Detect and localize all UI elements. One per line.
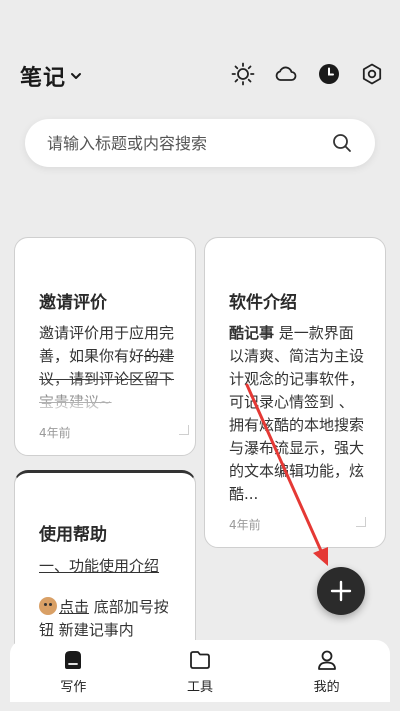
note-time: 4年前 <box>39 426 71 440</box>
note-card[interactable]: 软件介绍 酷记事 是一款界面以清爽、简洁为主设计观念的记事软件，可记录心情签到 … <box>204 237 386 548</box>
note-preview: 点击 底部加号按钮 新建记事内 <box>39 596 175 644</box>
nav-item-write[interactable]: 写作 <box>33 647 113 695</box>
note-title: 邀请评价 <box>39 293 107 313</box>
note-subtitle-text: 一、功能使用介绍 <box>39 557 160 575</box>
nav-label: 写作 <box>60 680 87 695</box>
settings-icon[interactable] <box>360 62 384 86</box>
write-icon <box>60 647 86 673</box>
clock-icon[interactable] <box>317 62 341 86</box>
note-title: 软件介绍 <box>229 293 297 313</box>
app-header: 笔记 <box>0 52 400 96</box>
nav-item-tools[interactable]: 工具 <box>160 647 240 695</box>
card-fade <box>15 378 195 418</box>
note-preview-text: 是一款界面以清爽、简洁为主设计观念的记事软件，可记录心情签到 、拥有炫酷的本地搜… <box>229 324 365 503</box>
search-bar[interactable] <box>25 119 375 167</box>
note-card[interactable]: 邀请评价 邀请评价用于应用完善，如果你有好的建议，请到评论区留下宝贵建议~ 4年… <box>14 237 196 456</box>
nav-label: 我的 <box>313 680 340 695</box>
plus-icon <box>330 580 352 602</box>
sun-icon[interactable] <box>231 62 255 86</box>
nav-item-mine[interactable]: 我的 <box>287 647 367 695</box>
note-title: 使用帮助 <box>39 525 107 545</box>
chevron-down-icon <box>70 70 82 82</box>
search-input[interactable] <box>47 133 331 153</box>
search-icon[interactable] <box>331 132 353 154</box>
card-corner-mark <box>356 517 366 527</box>
monkey-emoji-icon <box>39 597 57 615</box>
nav-label: 工具 <box>186 680 213 695</box>
card-corner-mark <box>179 425 189 435</box>
note-subtitle: 一、功能使用介绍 <box>39 555 175 578</box>
folder-icon <box>187 647 213 673</box>
bottom-nav: 写作 工具 我的 <box>10 640 390 702</box>
note-preview-bold: 酷记事 <box>229 324 275 342</box>
cloud-icon[interactable] <box>274 62 298 86</box>
note-preview: 酷记事 是一款界面以清爽、简洁为主设计观念的记事软件，可记录心情签到 、拥有炫酷… <box>229 322 365 506</box>
notebook-selector[interactable]: 笔记 <box>20 60 82 92</box>
page-title: 笔记 <box>20 66 67 91</box>
add-note-button[interactable] <box>317 567 365 615</box>
note-preview-link: 点击 <box>59 598 90 616</box>
note-time: 4年前 <box>229 518 261 532</box>
person-icon <box>314 647 340 673</box>
